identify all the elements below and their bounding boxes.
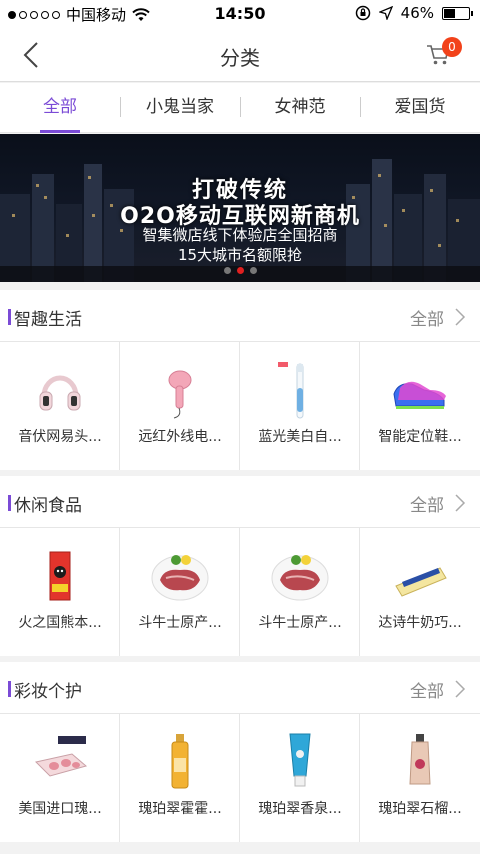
- product-card[interactable]: 瑰珀翠霍霍...: [120, 714, 240, 842]
- banner-dot[interactable]: [249, 267, 257, 274]
- product-grid: 火之国熊本... 斗牛士原产... 斗牛士原产... 达诗牛奶巧...: [0, 528, 480, 656]
- cart-count-badge: 0: [442, 37, 462, 57]
- section-beauty: 彩妆个护 全部 美国进口瑰... 瑰珀翠霍霍... 瑰珀翠香泉... 瑰珀翠石榴…: [0, 662, 480, 842]
- product-grid: 美国进口瑰... 瑰珀翠霍霍... 瑰珀翠香泉... 瑰珀翠石榴...: [0, 714, 480, 842]
- product-card[interactable]: 斗牛士原产...: [120, 528, 240, 656]
- section-header[interactable]: 彩妆个护 全部: [0, 662, 480, 714]
- tab-domestic[interactable]: 爱国货: [360, 83, 480, 132]
- section-snacks: 休闲食品 全部 火之国熊本... 斗牛士原产... 斗牛士原产... 达诗牛奶巧…: [0, 476, 480, 656]
- product-card[interactable]: 火之国熊本...: [0, 528, 120, 656]
- page-title: 分类: [220, 46, 260, 70]
- product-name: 音伏网易头...: [18, 429, 102, 445]
- section-header[interactable]: 智趣生活 全部: [0, 290, 480, 342]
- product-name: 火之国熊本...: [18, 615, 102, 631]
- banner-dot[interactable]: [223, 267, 231, 274]
- chevron-right-icon[interactable]: [454, 493, 466, 513]
- section-smart-life: 智趣生活 全部 音伏网易头... 远红外线电... 蓝光美白自... 智能定位鞋…: [0, 290, 480, 470]
- lotion-tube-icon: [289, 733, 311, 787]
- product-name: 瑰珀翠香泉...: [258, 801, 342, 817]
- product-name: 美国进口瑰...: [18, 801, 102, 817]
- section-marker: [8, 681, 11, 697]
- chevron-right-icon[interactable]: [454, 307, 466, 327]
- product-card[interactable]: 蓝光美白自...: [240, 342, 360, 470]
- product-card[interactable]: 达诗牛奶巧...: [360, 528, 480, 656]
- banner-pagination: [0, 267, 480, 274]
- product-name: 斗牛士原产...: [138, 615, 222, 631]
- section-title: 彩妆个护: [14, 682, 82, 702]
- orientation-lock-icon: [355, 5, 370, 21]
- product-name: 瑰珀翠石榴...: [378, 801, 462, 817]
- soap-box-icon: [35, 736, 88, 777]
- snack-bag-icon: [49, 551, 71, 601]
- promo-banner[interactable]: 打破传统 O2O移动互联网新商机 智集微店线下体验店全国招商 15大城市名额限抢: [0, 134, 480, 282]
- battery-icon: [442, 6, 473, 20]
- product-name: 瑰珀翠霍霍...: [138, 801, 222, 817]
- oil-bottle-icon: [171, 734, 189, 789]
- chocolate-icon: [395, 567, 447, 597]
- headphones-icon: [39, 375, 81, 411]
- section-view-all[interactable]: 全部: [410, 677, 444, 702]
- product-name: 蓝光美白自...: [258, 429, 342, 445]
- product-name: 斗牛士原产...: [258, 615, 342, 631]
- banner-text-2: 15大城市名额限抢: [177, 246, 303, 264]
- battery-percent: 46%: [400, 4, 434, 22]
- section-header[interactable]: 休闲食品 全部: [0, 476, 480, 528]
- section-view-all[interactable]: 全部: [410, 491, 444, 516]
- steak-icon: [271, 555, 329, 601]
- product-card[interactable]: 美国进口瑰...: [0, 714, 120, 842]
- tab-all[interactable]: 全部: [0, 83, 120, 133]
- steak-icon: [151, 555, 209, 601]
- nav-bar: 分类 0: [0, 28, 480, 82]
- section-view-all[interactable]: 全部: [410, 305, 444, 330]
- section-title: 智趣生活: [14, 310, 82, 330]
- product-name: 智能定位鞋...: [378, 429, 462, 445]
- product-card[interactable]: 瑰珀翠香泉...: [240, 714, 360, 842]
- location-icon: [378, 6, 393, 20]
- section-marker: [8, 309, 11, 325]
- tab-kids[interactable]: 小鬼当家: [120, 83, 240, 132]
- section-marker: [8, 495, 11, 511]
- status-bar: 中国移动 14:50 46%: [0, 0, 480, 28]
- product-name: 达诗牛奶巧...: [378, 615, 462, 631]
- banner-text-1: 智集微店线下体验店全国招商: [142, 226, 338, 244]
- section-title: 休闲食品: [14, 496, 82, 516]
- product-card[interactable]: 斗牛士原产...: [240, 528, 360, 656]
- product-card[interactable]: 音伏网易头...: [0, 342, 120, 470]
- toothbrush-icon: [278, 362, 304, 419]
- chevron-right-icon[interactable]: [454, 679, 466, 699]
- product-card[interactable]: 远红外线电...: [120, 342, 240, 470]
- tab-goddess[interactable]: 女神范: [240, 83, 360, 132]
- product-grid: 音伏网易头... 远红外线电... 蓝光美白自... 智能定位鞋...: [0, 342, 480, 470]
- banner-dot-active[interactable]: [236, 267, 244, 274]
- hair-dryer-icon: [168, 370, 192, 419]
- product-card[interactable]: 瑰珀翠石榴...: [360, 714, 480, 842]
- status-right: 46%: [355, 4, 473, 22]
- product-name: 远红外线电...: [138, 429, 222, 445]
- product-card[interactable]: 智能定位鞋...: [360, 342, 480, 470]
- category-tabs: 全部 小鬼当家 女神范 爱国货: [0, 83, 480, 133]
- sneaker-icon: [393, 381, 446, 409]
- cream-tube-icon: [409, 734, 431, 785]
